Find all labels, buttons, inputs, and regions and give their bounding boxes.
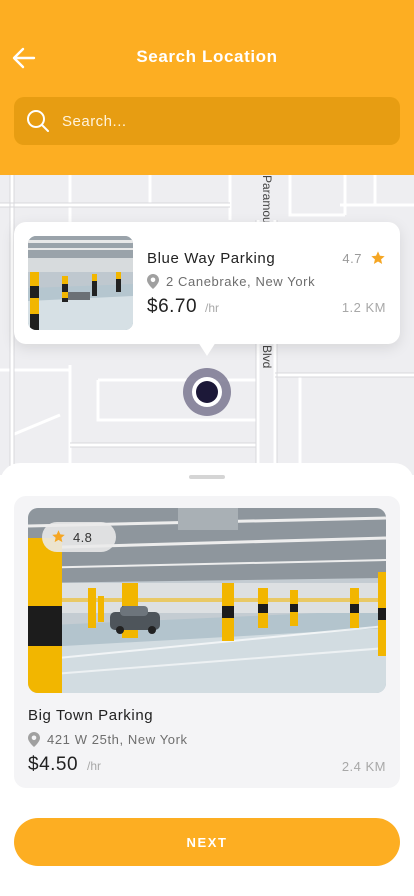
street-label-blvd: Blvd — [260, 345, 274, 368]
star-icon — [370, 250, 386, 266]
search-icon — [26, 109, 50, 133]
parking-popup-card[interactable]: Blue Way Parking 4.7 2 Canebrake, New Yo… — [14, 222, 400, 344]
price-unit: /hr — [205, 301, 220, 315]
star-icon — [51, 529, 66, 544]
parking-distance: 1.2 KM — [341, 300, 386, 315]
parking-price: $6.70 — [147, 296, 198, 317]
map-pin-icon — [28, 732, 40, 747]
location-marker-icon[interactable] — [182, 367, 232, 417]
featured-parking-card[interactable]: 4.8 Big Town Parking 421 W 25th, New Yor… — [14, 496, 400, 788]
bottom-sheet: 4.8 Big Town Parking 421 W 25th, New Yor… — [0, 463, 414, 896]
parking-address: 421 W 25th, New York — [47, 732, 188, 747]
search-input[interactable] — [62, 97, 382, 145]
parking-address: 2 Canebrake, New York — [166, 274, 316, 289]
parking-name: Big Town Parking — [28, 707, 154, 724]
parking-price: $4.50 — [28, 754, 79, 775]
next-button[interactable]: NEXT — [14, 818, 400, 866]
header: Search Location — [0, 0, 414, 175]
price-unit: /hr — [87, 759, 102, 773]
rating-chip: 4.8 — [42, 522, 116, 552]
rating-value: 4.7 — [342, 251, 362, 266]
page-title: Search Location — [136, 47, 278, 66]
parking-name: Blue Way Parking — [147, 250, 276, 267]
popup-pointer — [198, 342, 216, 356]
parking-thumbnail — [28, 236, 133, 330]
sheet-drag-handle[interactable] — [189, 475, 225, 479]
search-bar[interactable] — [14, 97, 400, 145]
parking-distance: 2.4 KM — [341, 759, 386, 774]
map-pin-icon — [147, 274, 159, 289]
rating-value: 4.8 — [73, 530, 93, 545]
